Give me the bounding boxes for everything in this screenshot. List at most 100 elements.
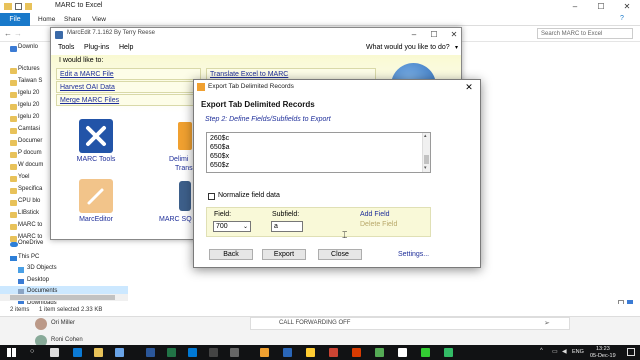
marc-tools-icon[interactable] — [79, 119, 113, 153]
list-item[interactable]: 650$z — [210, 161, 229, 170]
menu-help[interactable]: Help — [119, 42, 133, 54]
link-edit-marc-file[interactable]: Edit a MARC File — [56, 68, 201, 80]
language-indicator[interactable]: ENG — [572, 349, 584, 355]
menu-tools[interactable]: Tools — [58, 42, 74, 54]
list-item[interactable]: 650$a — [210, 143, 229, 152]
outlook-icon[interactable] — [188, 348, 197, 357]
nav-item[interactable]: Yoel — [18, 172, 29, 183]
nav-item[interactable]: Igelu 20 — [18, 112, 39, 123]
marcedit-taskbar-icon[interactable] — [260, 348, 269, 357]
export-button[interactable]: Export — [262, 249, 306, 260]
normalize-checkbox[interactable] — [208, 193, 215, 200]
message-compose-bar[interactable]: CALL FORWARDING OFF — [250, 317, 570, 330]
marc-sql-icon[interactable] — [179, 181, 191, 211]
dropdown-arrow-icon[interactable]: ▾ — [455, 42, 458, 54]
volume-icon[interactable]: ◀ — [562, 348, 567, 355]
marc-tools-label[interactable]: MARC Tools — [65, 156, 127, 163]
app-icon[interactable] — [398, 348, 407, 357]
list-item[interactable]: 650$x — [210, 152, 229, 161]
delimited-label[interactable]: Delimi — [169, 156, 195, 163]
new-folder-icon[interactable] — [25, 3, 32, 10]
settings-link[interactable]: Settings... — [398, 251, 429, 258]
nav-item[interactable]: P docum — [18, 148, 42, 159]
word-icon[interactable] — [146, 348, 155, 357]
nav-item[interactable]: Igelu 20 — [18, 88, 39, 99]
close-button[interactable]: Close — [318, 249, 362, 260]
nav-item[interactable]: MARC to — [18, 220, 42, 231]
notifications-icon[interactable] — [627, 348, 635, 356]
minimize-button[interactable]: – — [562, 0, 588, 13]
ribbon-share-tab[interactable]: Share — [64, 13, 81, 26]
back-button[interactable]: Back — [209, 249, 253, 260]
clock-time[interactable]: 13:23 — [596, 346, 610, 352]
nav-item[interactable]: CPU blo — [18, 196, 40, 207]
scroll-up-icon[interactable]: ▴ — [424, 133, 427, 139]
ribbon-file-tab[interactable]: File — [0, 13, 30, 26]
close-icon[interactable]: ✕ — [462, 80, 476, 94]
sender-name[interactable]: Roni Cohen — [51, 337, 83, 343]
subfield-input[interactable]: a — [271, 221, 303, 232]
tray-chevron-icon[interactable]: ^ — [540, 348, 543, 354]
task-view-icon[interactable] — [50, 348, 59, 357]
app-icon[interactable] — [115, 348, 124, 357]
field-select[interactable]: 700 ⌄ — [213, 221, 251, 232]
marcedit-taskbar-icon[interactable] — [283, 348, 292, 357]
nav-item[interactable]: LIBstick — [18, 208, 39, 219]
scrollbar-thumb[interactable] — [10, 295, 115, 300]
menu-plugins[interactable]: Plug-ins — [84, 42, 109, 54]
link-merge-marc[interactable]: Merge MARC Files — [56, 94, 201, 106]
forward-arrow-icon[interactable]: → — [14, 29, 22, 38]
powerpoint-icon[interactable] — [352, 348, 361, 357]
nav-item[interactable]: Camtasi — [18, 124, 40, 135]
add-field-link[interactable]: Add Field — [360, 211, 390, 218]
nav-item[interactable]: Igelu 20 — [18, 100, 39, 111]
chrome-icon[interactable] — [306, 348, 315, 357]
link-harvest-oai[interactable]: Harvest OAI Data — [56, 81, 201, 93]
ribbon-view-tab[interactable]: View — [92, 13, 106, 26]
list-scrollbar[interactable]: ▴ ▾ — [422, 133, 430, 172]
search-icon[interactable]: ○ — [30, 348, 34, 355]
app-icon[interactable] — [375, 348, 384, 357]
back-arrow-icon[interactable]: ← — [4, 29, 12, 38]
delimited-translator-icon[interactable] — [178, 122, 192, 150]
edge-icon[interactable] — [73, 348, 82, 357]
clock-date[interactable]: 05-Dec-19 — [590, 353, 616, 359]
app-icon[interactable] — [230, 348, 239, 357]
nav-item[interactable]: Documer — [18, 136, 42, 147]
nav-this-pc[interactable]: This PC — [18, 252, 39, 263]
nav-item[interactable]: Pictures — [18, 64, 40, 75]
close-button[interactable]: ✕ — [441, 28, 467, 41]
nav-3d-objects[interactable]: 3D Objects — [27, 263, 57, 274]
file-explorer-icon[interactable] — [94, 348, 103, 357]
send-icon[interactable]: ➢ — [544, 319, 550, 327]
fields-listbox[interactable]: 260$c 650$a 650$x 650$z ▴ ▾ — [206, 132, 431, 173]
nav-item[interactable]: Taiwan S — [18, 76, 42, 87]
app-icon[interactable] — [329, 348, 338, 357]
nav-onedrive[interactable]: OneDrive — [18, 238, 43, 249]
network-icon[interactable]: ▭ — [552, 348, 558, 355]
search-input[interactable]: Search MARC to Excel — [537, 28, 633, 39]
sender-name[interactable]: Ori Miller — [51, 320, 75, 326]
nav-item[interactable]: Downlo — [18, 42, 38, 53]
maximize-button[interactable]: ☐ — [588, 0, 614, 13]
translator-label[interactable]: Trans — [175, 165, 195, 172]
marceditor-icon[interactable] — [79, 179, 113, 213]
nav-item[interactable]: Specifica — [18, 184, 42, 195]
excel-icon[interactable] — [167, 348, 176, 357]
marc-sql-label[interactable]: MARC SQ — [159, 216, 195, 223]
nav-item[interactable]: W docum — [18, 160, 43, 171]
marceditor-label[interactable]: MarcEditor — [65, 216, 127, 223]
windows-start-icon[interactable] — [7, 348, 16, 357]
app-icon[interactable] — [209, 348, 218, 357]
app-icon[interactable] — [444, 348, 453, 357]
normalize-label[interactable]: Normalize field data — [218, 192, 280, 199]
nav-desktop[interactable]: Desktop — [27, 275, 49, 286]
scroll-down-icon[interactable]: ▾ — [424, 165, 427, 171]
list-item[interactable]: 260$c — [210, 134, 229, 143]
quick-access-icon[interactable] — [15, 3, 22, 10]
whats-next-label[interactable]: What would you like to do? — [366, 42, 450, 54]
ribbon-home-tab[interactable]: Home — [38, 13, 55, 26]
scrollbar-thumb[interactable] — [424, 155, 429, 164]
close-button[interactable]: ✕ — [614, 0, 640, 13]
horizontal-scrollbar[interactable] — [0, 294, 128, 301]
